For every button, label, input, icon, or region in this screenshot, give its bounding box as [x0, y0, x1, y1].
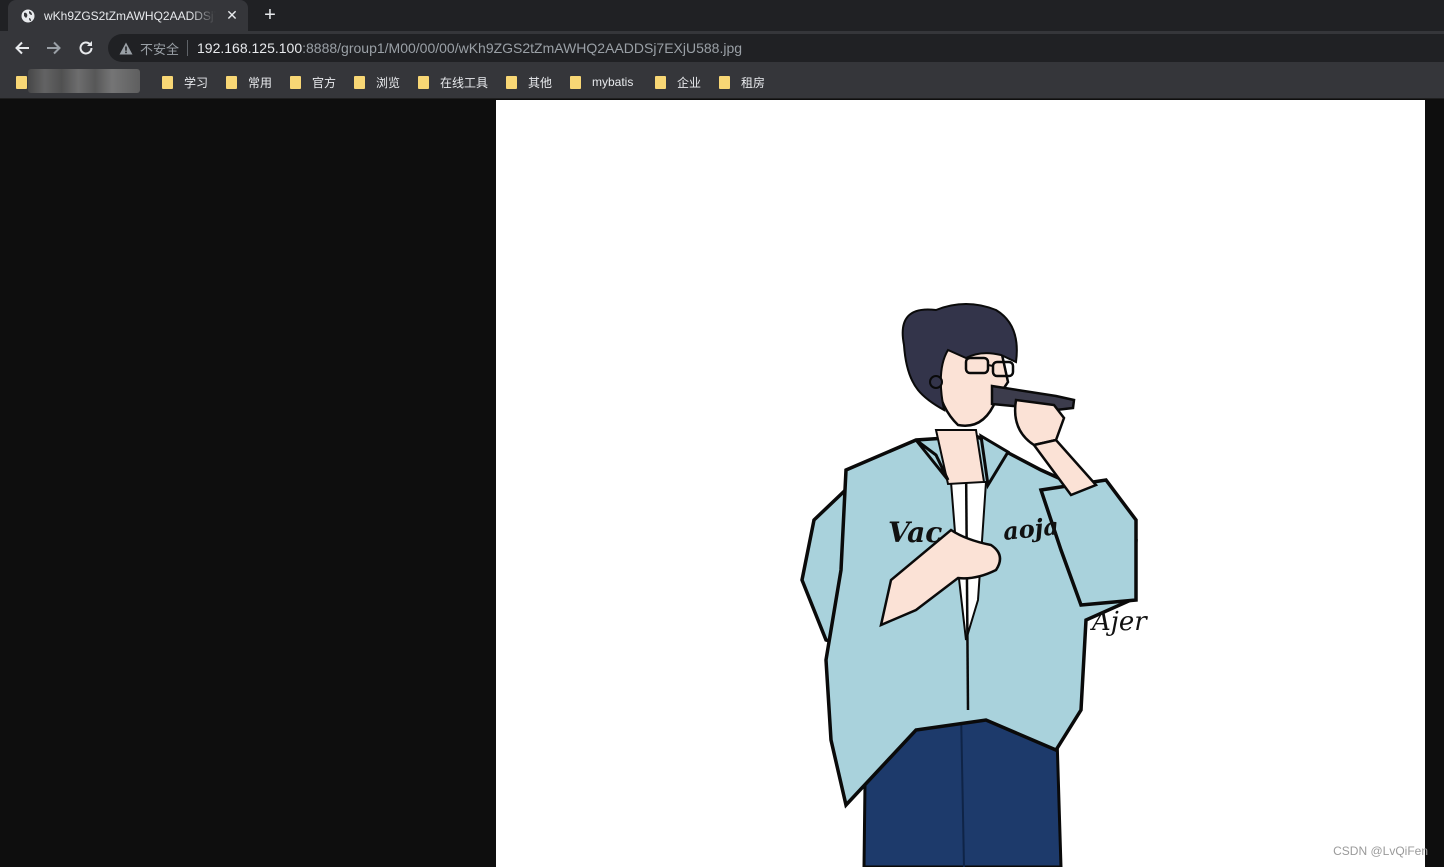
bookmark-label: 浏览 [376, 75, 401, 90]
reload-icon [79, 41, 93, 55]
divider [187, 40, 189, 56]
bookmark-folder[interactable]: 学习 [162, 73, 208, 91]
folder-icon [226, 75, 237, 89]
tab-title: wKh9ZGS2tZmAWHQ2AADDSj7EXjU588.jpg [44, 8, 216, 23]
forward-button[interactable] [42, 36, 66, 60]
bookmark-folder[interactable]: 租房 [719, 73, 765, 91]
bookmark-folder[interactable]: 其他 [506, 73, 552, 91]
watermark: CSDN @LvQiFen [1333, 844, 1428, 858]
address-bar[interactable]: 不安全 192.168.125.100 :8888/group1/M00/00/… [108, 34, 1444, 62]
security-label[interactable]: 不安全 [140, 39, 179, 58]
blurred-bookmark [28, 69, 140, 93]
bookmark-folder[interactable]: 在线工具 [418, 73, 488, 91]
displayed-image[interactable]: Vac aoja Ajer [496, 100, 1425, 867]
bookmark-folder[interactable]: 企业 [655, 73, 701, 91]
folder-icon [570, 75, 581, 89]
url-host[interactable]: 192.168.125.100 [197, 40, 302, 56]
bookmark-folder[interactable]: 浏览 [354, 73, 400, 91]
bookmark-label: mybatis [592, 75, 634, 89]
bookmark-label: 在线工具 [440, 75, 489, 90]
bookmark-folder[interactable]: 官方 [290, 73, 336, 91]
bookmark-folder[interactable]: 常用 [226, 73, 272, 91]
bookmark-label: 官方 [312, 75, 337, 90]
active-tab[interactable]: wKh9ZGS2tZmAWHQ2AADDSj7EXjU588.jpg ✕ [8, 0, 248, 31]
bookmark-label: 其他 [528, 75, 553, 90]
right-hand [1013, 398, 1066, 447]
illustration: Vac aoja Ajer [800, 303, 1148, 867]
warning-icon[interactable] [118, 40, 134, 56]
browser-toolbar: 不安全 192.168.125.100 :8888/group1/M00/00/… [0, 31, 1444, 65]
image-viewer: Vac aoja Ajer CSDN @LvQiFen [0, 100, 1444, 867]
bookmark-folder[interactable]: mybatis [570, 73, 633, 91]
folder-icon [162, 75, 173, 89]
folder-icon [418, 75, 429, 89]
folder-icon [16, 75, 27, 89]
bookmark-label: 企业 [677, 75, 702, 90]
artist-signature: Ajer [1090, 607, 1148, 637]
folder-icon [354, 75, 365, 89]
arrow-right-icon [47, 41, 61, 55]
bookmark-label: 学习 [184, 75, 209, 90]
reload-button[interactable] [74, 36, 98, 60]
shirt-text-right: aoja [1002, 511, 1061, 546]
shirt-text-left: Vac [888, 516, 942, 549]
folder-icon [290, 75, 301, 89]
folder-icon [506, 75, 517, 89]
globe-icon [20, 8, 36, 24]
url-path[interactable]: :8888/group1/M00/00/00/wKh9ZGS2tZmAWHQ2A… [302, 40, 742, 56]
folder-icon [719, 75, 730, 89]
bookmark-label: 常用 [248, 75, 273, 90]
tab-strip: wKh9ZGS2tZmAWHQ2AADDSj7EXjU588.jpg ✕ + [0, 0, 1444, 31]
new-tab-button[interactable]: + [258, 4, 282, 28]
arrow-left-icon [15, 41, 29, 55]
back-button[interactable] [10, 36, 34, 60]
bookmarks-bar: 学习 常用 官方 浏览 在线工具 其他 mybatis 企业 租房 [0, 65, 1444, 99]
folder-icon [655, 75, 666, 89]
bookmark-label: 租房 [741, 75, 766, 90]
close-icon[interactable]: ✕ [224, 7, 240, 23]
